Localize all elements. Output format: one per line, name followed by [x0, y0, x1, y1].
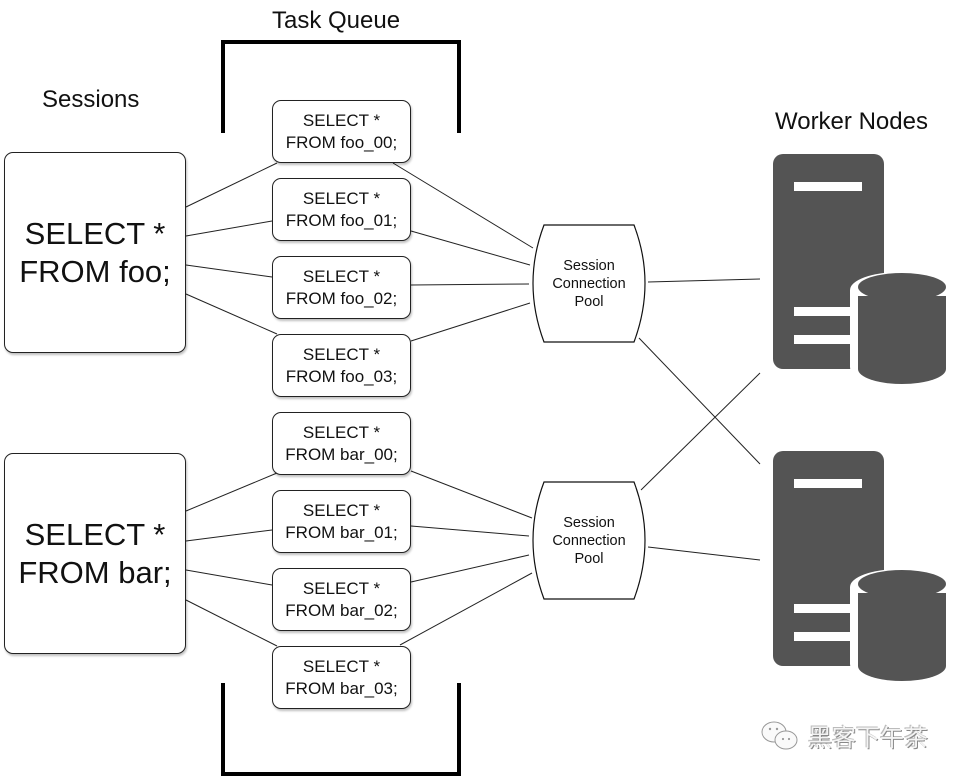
edge-session-foo-task-3 [185, 293, 278, 335]
edge-session-foo-task-1 [185, 220, 273, 237]
task-box-bar-03: SELECT * FROM bar_03; [272, 646, 411, 709]
pool-label-line1: Session [563, 258, 615, 274]
task-box-foo-02: SELECT * FROM foo_02; [272, 256, 411, 319]
task-line1: SELECT * [302, 266, 381, 286]
pool-label-line3: Pool [574, 551, 604, 567]
task-box-bar-01: SELECT * FROM bar_01; [272, 490, 411, 553]
wechat-icon [761, 721, 798, 749]
session-query-line2: FROM foo; [19, 253, 171, 289]
task-box-bar-00: SELECT * FROM bar_00; [272, 412, 411, 475]
task-line1: SELECT * [302, 110, 381, 130]
edge-task-2-pool-1 [410, 283, 530, 286]
task-box-foo-01: SELECT * FROM foo_01; [272, 178, 411, 241]
edge-pool-1-worker-1 [647, 278, 761, 283]
task-line2: FROM bar_03; [285, 678, 398, 698]
task-queue-heading: Task Queue [272, 7, 401, 34]
edge-task-6-pool-2 [410, 554, 530, 583]
task-line2: FROM foo_03; [285, 366, 398, 386]
task-line2: FROM bar_00; [285, 444, 398, 464]
session-query-line1: SELECT * [24, 215, 166, 251]
server-database-icon [773, 154, 950, 385]
pool-label-line3: Pool [574, 294, 604, 310]
edge-session-foo-task-0 [185, 162, 278, 208]
edge-session-bar-task-0 [185, 472, 278, 512]
task-line1: SELECT * [302, 422, 381, 442]
worker-nodes-heading: Worker Nodes [775, 108, 928, 135]
edge-session-foo-task-2 [185, 264, 273, 278]
pool-label-line2: Connection [552, 276, 626, 292]
edge-session-bar-task-2 [185, 569, 273, 586]
task-line1: SELECT * [302, 656, 381, 676]
edge-pool-2-worker-1 [640, 372, 761, 491]
edge-session-bar-task-1 [185, 529, 273, 542]
edge-task-4-pool-2 [410, 470, 533, 519]
session-box-foo: SELECT * FROM foo; [4, 152, 186, 353]
task-box-bar-02: SELECT * FROM bar_02; [272, 568, 411, 631]
task-line1: SELECT * [302, 500, 381, 520]
task-line1: SELECT * [302, 344, 381, 364]
edge-task-1-pool-1 [410, 230, 531, 266]
task-line2: FROM foo_01; [285, 210, 398, 230]
edge-task-3-pool-1 [410, 302, 531, 342]
watermark-text: 黑客下午茶 [808, 725, 928, 752]
task-line2: FROM bar_01; [285, 522, 398, 542]
connection-pool-label-1: Session Connection Pool [534, 257, 644, 311]
server-database-icon [773, 451, 950, 682]
connection-pool-label-2: Session Connection Pool [534, 514, 644, 568]
task-box-foo-00: SELECT * FROM foo_00; [272, 100, 411, 163]
edge-task-0-pool-1 [392, 162, 534, 249]
session-query-line1: SELECT * [24, 516, 166, 552]
edge-task-7-pool-2 [399, 572, 533, 646]
sessions-heading: Sessions [42, 86, 140, 113]
task-box-foo-03: SELECT * FROM foo_03; [272, 334, 411, 397]
task-line2: FROM foo_00; [285, 132, 398, 152]
session-box-bar: SELECT * FROM bar; [4, 453, 186, 654]
session-query-line2: FROM bar; [18, 554, 172, 590]
edge-session-bar-task-3 [185, 599, 278, 647]
edge-pool-2-worker-2 [647, 546, 761, 561]
edge-task-5-pool-2 [410, 525, 530, 537]
edge-pool-1-worker-2 [638, 337, 761, 465]
task-line2: FROM bar_02; [285, 600, 398, 620]
pool-label-line1: Session [563, 515, 615, 531]
task-line1: SELECT * [302, 578, 381, 598]
task-line1: SELECT * [302, 188, 381, 208]
pool-label-line2: Connection [552, 533, 626, 549]
task-line2: FROM foo_02; [285, 288, 398, 308]
watermark: 黑客下午茶 [760, 718, 928, 753]
